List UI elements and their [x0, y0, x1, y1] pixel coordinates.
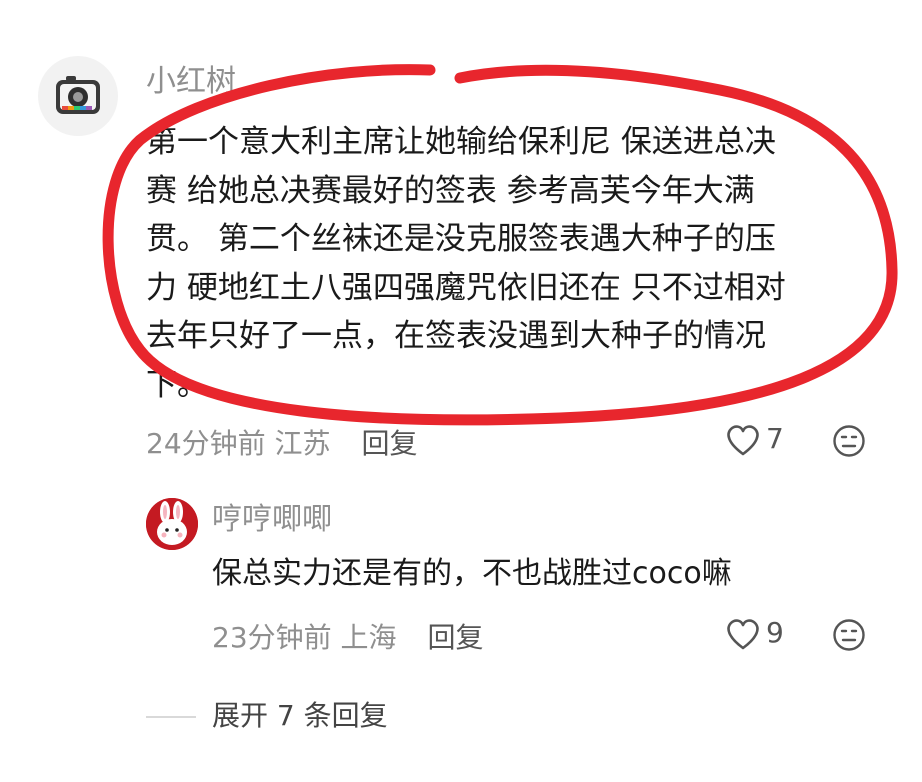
reply-emoji-button[interactable] — [832, 618, 866, 656]
heart-icon — [727, 619, 759, 650]
divider — [146, 716, 196, 718]
comment-username[interactable]: 小红树 — [146, 62, 236, 102]
expand-replies-button[interactable]: 展开 7 条回复 — [212, 696, 388, 736]
reply-username[interactable]: 哼哼唧唧 — [212, 500, 332, 540]
camera-avatar-icon — [56, 76, 100, 114]
reply-like-count: 9 — [766, 616, 784, 649]
emoji-icon — [833, 425, 865, 457]
like-count: 7 — [766, 422, 784, 455]
reply-like-button[interactable] — [724, 616, 762, 656]
emoji-icon — [833, 619, 865, 651]
heart-icon — [727, 425, 759, 456]
comment-text: 第一个意大利主席让她输给保利尼 保送进总决 赛 给她总决赛最好的签表 参考高芙今… — [146, 124, 786, 403]
reply-time: 23分钟前 — [212, 621, 332, 654]
reply-reply-button[interactable]: 回复 — [427, 621, 483, 654]
reply-location: 上海 — [340, 621, 397, 654]
emoji-button[interactable] — [832, 424, 866, 462]
reply-text: 保总实力还是有的，不也战胜过coco嘛 — [212, 556, 732, 591]
comment-meta: 24分钟前 江苏 回复 — [146, 424, 417, 464]
comment-time: 24分钟前 — [146, 427, 266, 460]
comment-location: 江苏 — [274, 427, 331, 460]
reply-avatar[interactable] — [146, 498, 198, 550]
like-button[interactable] — [724, 422, 762, 462]
avatar[interactable] — [38, 56, 118, 136]
rabbit-avatar-icon — [146, 498, 198, 550]
reply-meta: 23分钟前 上海 回复 — [212, 618, 483, 658]
reply-button[interactable]: 回复 — [361, 427, 417, 460]
